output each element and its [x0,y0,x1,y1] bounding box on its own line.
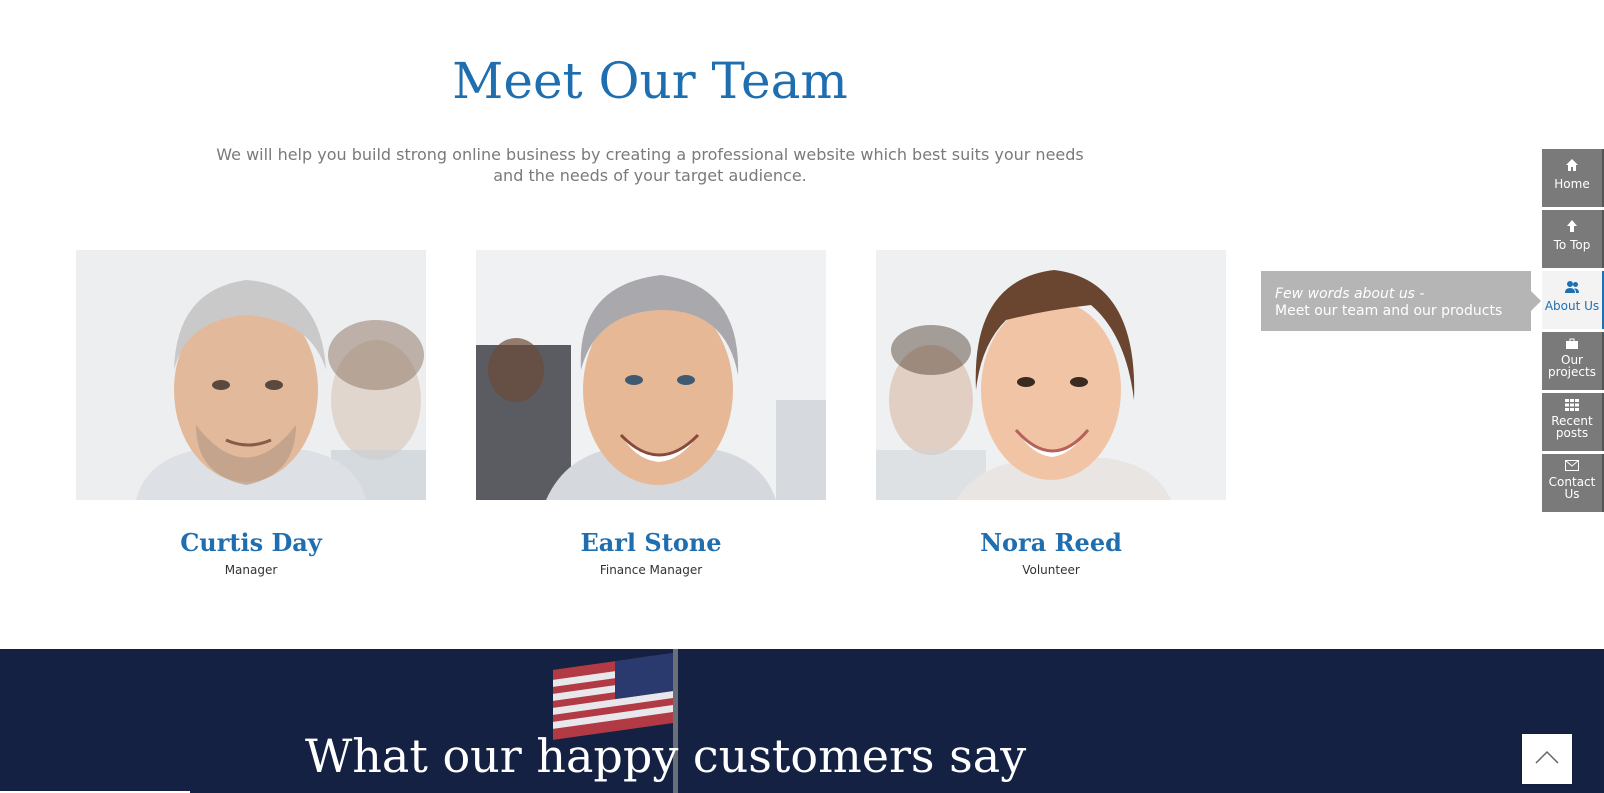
chevron-up-icon [1534,749,1560,769]
tooltip-line2: Meet our team and our products [1275,303,1503,319]
side-nav-label: To Top [1553,238,1591,252]
side-nav-item-home[interactable]: Home [1542,149,1604,207]
side-nav-label: Recent posts [1551,414,1593,440]
member-name: Nora Reed [980,528,1122,557]
team-subtitle-line1: We will help you build strong online bus… [216,145,1084,164]
member-photo [876,250,1226,500]
side-nav-label: About Us [1544,299,1600,313]
tooltip-line1: Few words about us - [1275,286,1425,302]
team-subtitle: We will help you build strong online bus… [215,144,1085,186]
member-role: Manager [224,563,278,577]
member-role: Finance Manager [599,563,703,577]
home-icon [1542,149,1602,174]
side-nav-item-to-top[interactable]: To Top [1542,210,1604,268]
scroll-top-button[interactable] [1522,734,1572,784]
side-nav-label: Home [1554,177,1590,191]
users-icon [1542,271,1602,296]
member-photo [476,250,826,500]
side-nav-label: Contact Us [1548,475,1596,501]
side-nav-item-about-us[interactable]: About Us [1542,271,1604,329]
arrow-up-icon [1542,210,1602,235]
testimonials-title: What our happy customers say [305,729,1027,783]
side-nav-item-contact-us[interactable]: Contact Us [1542,454,1604,512]
team-subtitle-line2: and the needs of your target audience. [493,166,807,185]
member-role: Volunteer [1022,563,1080,577]
team-card: Nora Reed Volunteer [876,250,1226,577]
side-nav-item-recent-posts[interactable]: Recent posts [1542,393,1604,451]
member-photo-image [476,250,826,500]
team-card: Earl Stone Finance Manager [476,250,826,577]
nav-tooltip: Few words about us - Meet our team and o… [1261,271,1541,331]
member-name: Curtis Day [180,528,322,557]
grid-icon [1542,393,1602,413]
side-nav-label: Our projects [1548,353,1596,379]
member-photo [76,250,426,500]
team-title: Meet Our Team [452,52,848,110]
member-photo-image [76,250,426,500]
member-name: Earl Stone [580,528,722,557]
member-photo-image [876,250,1226,500]
envelope-icon [1542,454,1602,474]
testimonials-section: What our happy customers say [0,649,1604,793]
team-card: Curtis Day Manager [76,250,426,577]
side-nav-item-our-projects[interactable]: Our projects [1542,332,1604,390]
briefcase-icon [1542,332,1602,352]
side-nav: Home To Top About Us Our projects Recent… [1542,149,1604,515]
